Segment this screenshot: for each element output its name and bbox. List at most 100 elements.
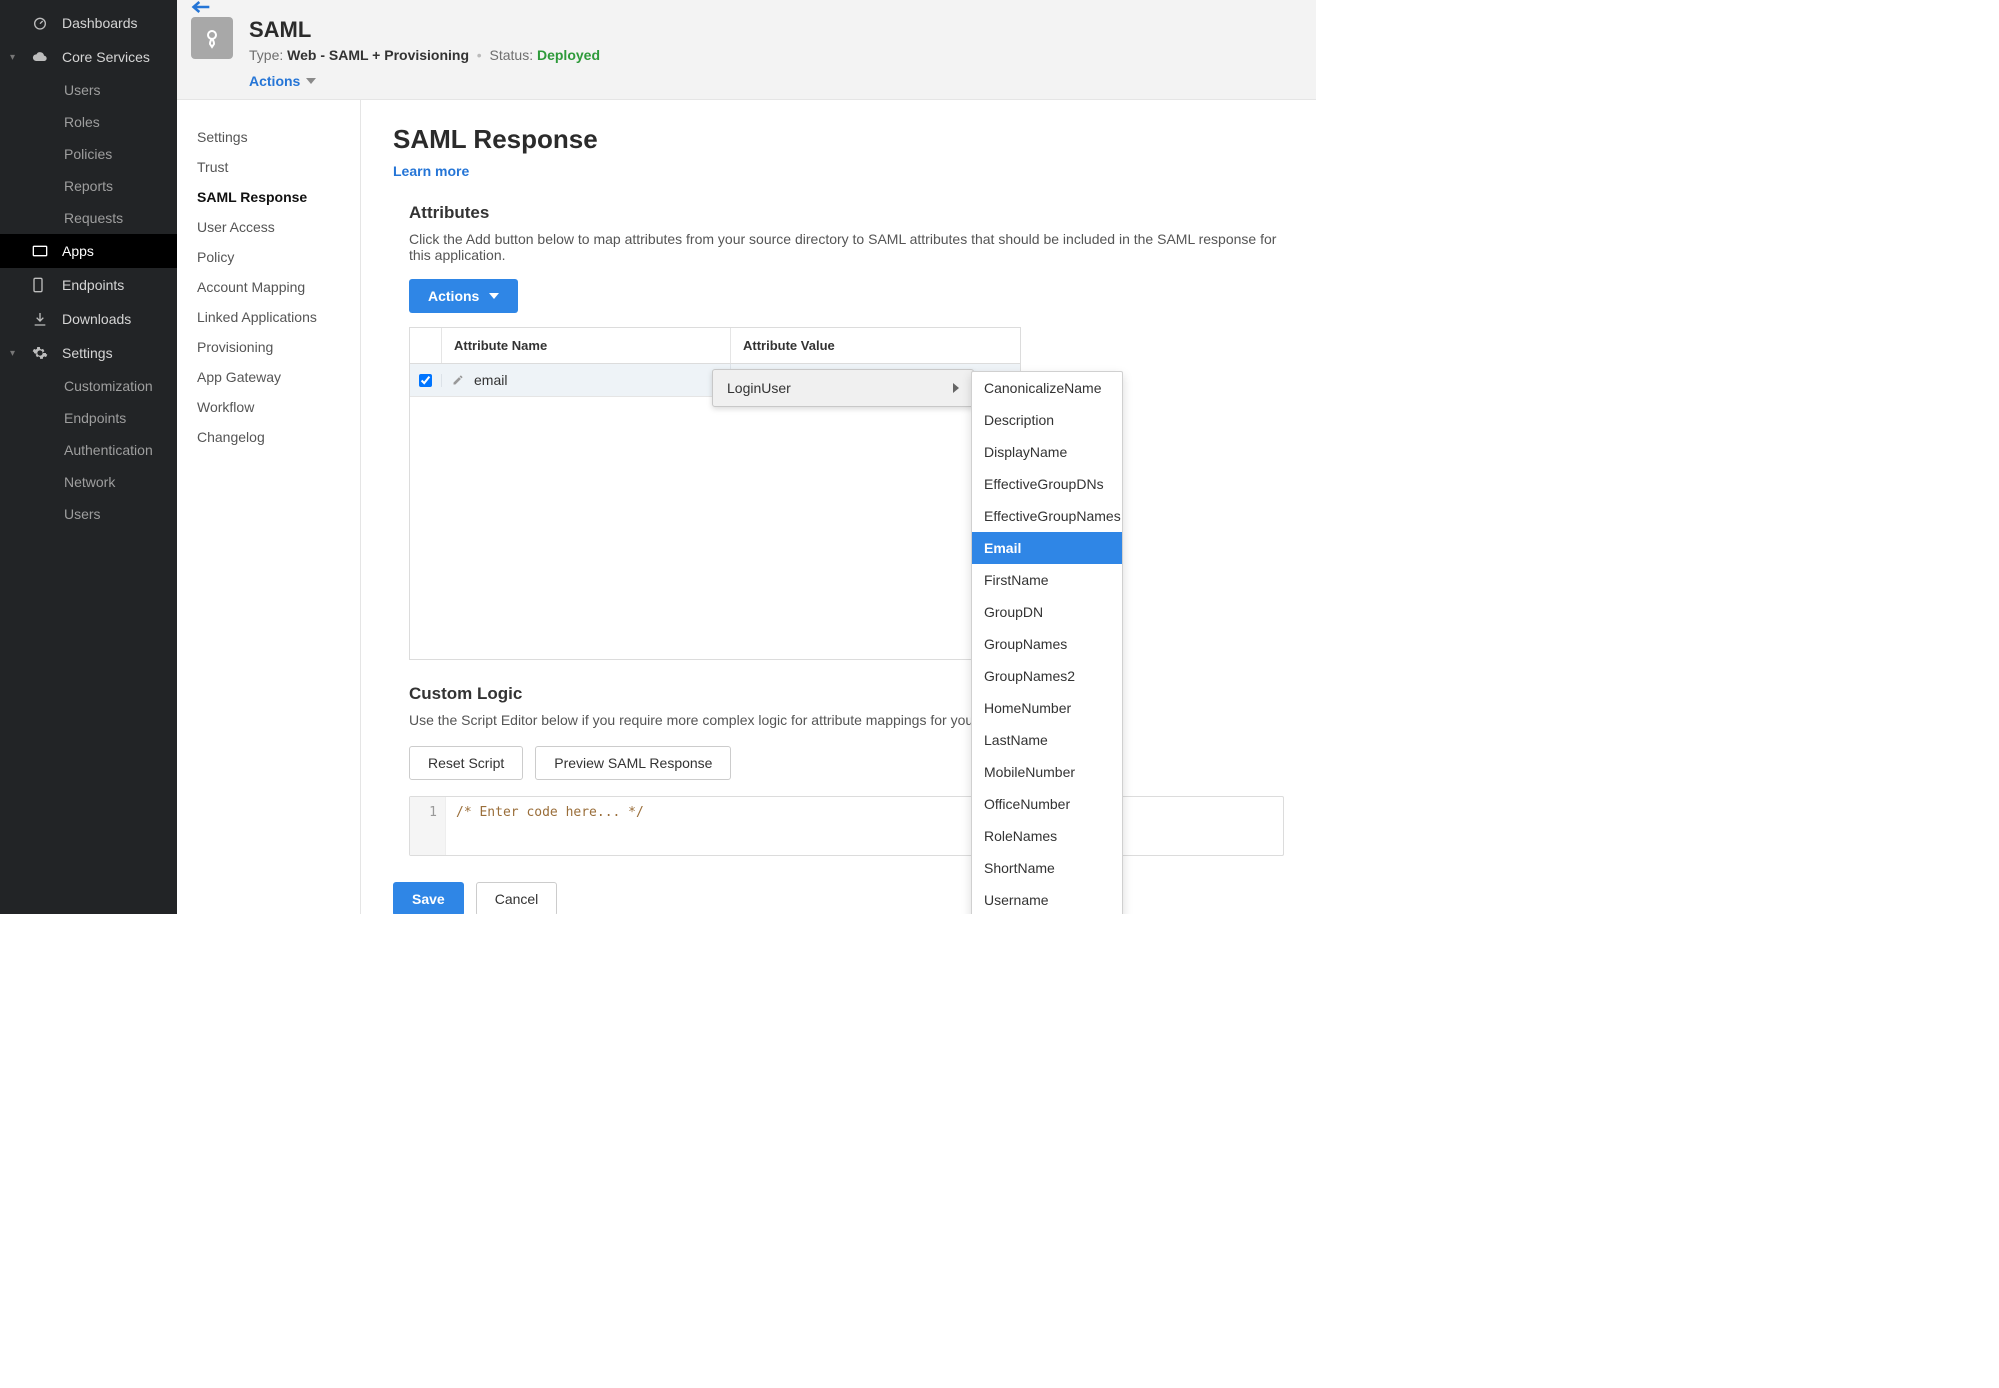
attributes-actions-button[interactable]: Actions <box>409 279 518 313</box>
sidebar-sub-users[interactable]: Users <box>0 498 177 530</box>
flyout-item[interactable]: OfficeNumber <box>972 788 1122 820</box>
actions-label: Actions <box>249 73 300 89</box>
gear-icon <box>32 345 50 361</box>
page-title: SAML Response <box>393 124 1284 155</box>
flyout-item-selected[interactable]: Email <box>972 532 1122 564</box>
flyout-item[interactable]: GroupNames <box>972 628 1122 660</box>
chevron-right-icon <box>953 383 959 393</box>
sidebar-sub-users[interactable]: Users <box>0 74 177 106</box>
sidebar-sub-roles[interactable]: Roles <box>0 106 177 138</box>
chevron-down-icon: ▾ <box>10 348 20 359</box>
col-attribute-name: Attribute Name <box>442 328 731 363</box>
cancel-button[interactable]: Cancel <box>476 882 558 914</box>
sidebar-sub-customization[interactable]: Customization <box>0 370 177 402</box>
main-area: SAML Type: Web - SAML + Provisioning • S… <box>177 0 1316 914</box>
flyout-item[interactable]: RoleNames <box>972 820 1122 852</box>
sidebar-sub-policies[interactable]: Policies <box>0 138 177 170</box>
subnav-workflow[interactable]: Workflow <box>177 392 360 422</box>
flyout-item[interactable]: CanonicalizeName <box>972 372 1122 404</box>
subnav-saml-response[interactable]: SAML Response <box>177 182 360 212</box>
table-header: Attribute Name Attribute Value <box>410 328 1020 364</box>
row-attribute-name: email <box>474 372 507 388</box>
sidebar-label: Core Services <box>62 49 150 65</box>
type-label: Type: <box>249 47 283 63</box>
type-value: Web - SAML + Provisioning <box>287 47 469 63</box>
flyout-item[interactable]: Username <box>972 884 1122 914</box>
download-icon <box>32 311 50 327</box>
content-pane: SAML Response Learn more Attributes Clic… <box>361 100 1316 914</box>
subnav-settings[interactable]: Settings <box>177 122 360 152</box>
sidebar-label: Dashboards <box>62 15 138 31</box>
sidebar-label: Apps <box>62 243 94 259</box>
submenu-label: LoginUser <box>727 380 791 396</box>
status-label: Status: <box>490 47 534 63</box>
sidebar-item-apps[interactable]: Apps <box>0 234 177 268</box>
edit-icon[interactable] <box>452 374 464 386</box>
flyout-item[interactable]: GroupNames2 <box>972 660 1122 692</box>
subnav-policy[interactable]: Policy <box>177 242 360 272</box>
editor-gutter: 1 <box>410 797 446 855</box>
status-value: Deployed <box>537 47 600 63</box>
sidebar-label: Settings <box>62 345 113 361</box>
chevron-down-icon <box>306 78 316 84</box>
custom-logic-desc: Use the Script Editor below if you requi… <box>409 712 1284 728</box>
sidebar-sub-network[interactable]: Network <box>0 466 177 498</box>
col-attribute-value: Attribute Value <box>731 328 1020 363</box>
save-button[interactable]: Save <box>393 882 464 914</box>
checkbox-input[interactable] <box>419 374 432 387</box>
gauge-icon <box>32 15 50 31</box>
attribute-value-flyout: CanonicalizeName Description DisplayName… <box>971 371 1123 914</box>
device-icon <box>32 277 50 293</box>
subnav-linked-applications[interactable]: Linked Applications <box>177 302 360 332</box>
app-meta: Type: Web - SAML + Provisioning • Status… <box>249 47 600 63</box>
flyout-item[interactable]: ShortName <box>972 852 1122 884</box>
reset-script-button[interactable]: Reset Script <box>409 746 523 780</box>
subnav-changelog[interactable]: Changelog <box>177 422 360 452</box>
cloud-icon <box>32 49 50 65</box>
chevron-down-icon <box>489 293 499 299</box>
flyout-item[interactable]: DisplayName <box>972 436 1122 468</box>
row-checkbox[interactable] <box>410 374 442 387</box>
apps-icon <box>32 245 50 257</box>
flyout-item[interactable]: EffectiveGroupNames <box>972 500 1122 532</box>
left-sidebar: Dashboards ▾ Core Services Users Roles P… <box>0 0 177 914</box>
script-editor[interactable]: 1 /* Enter code here... */ <box>409 796 1284 856</box>
flyout-item[interactable]: EffectiveGroupDNs <box>972 468 1122 500</box>
subnav-account-mapping[interactable]: Account Mapping <box>177 272 360 302</box>
flyout-item[interactable]: LastName <box>972 724 1122 756</box>
sidebar-sub-reports[interactable]: Reports <box>0 170 177 202</box>
flyout-item[interactable]: MobileNumber <box>972 756 1122 788</box>
flyout-item[interactable]: FirstName <box>972 564 1122 596</box>
back-arrow-icon[interactable] <box>187 0 215 14</box>
flyout-item[interactable]: Description <box>972 404 1122 436</box>
attribute-value-submenu: LoginUser <box>712 369 974 407</box>
footer-buttons: Save Cancel <box>393 882 1284 914</box>
sidebar-sub-endpoints[interactable]: Endpoints <box>0 402 177 434</box>
subnav-trust[interactable]: Trust <box>177 152 360 182</box>
attributes-desc: Click the Add button below to map attrib… <box>409 231 1284 263</box>
preview-saml-button[interactable]: Preview SAML Response <box>535 746 731 780</box>
chevron-down-icon: ▾ <box>10 52 20 63</box>
app-badge-icon <box>191 17 233 59</box>
custom-logic-section: Custom Logic Use the Script Editor below… <box>409 684 1284 856</box>
learn-more-link[interactable]: Learn more <box>393 163 469 179</box>
sidebar-label: Downloads <box>62 311 131 327</box>
header-actions-dropdown[interactable]: Actions <box>249 73 316 89</box>
sidebar-item-settings[interactable]: ▾ Settings <box>0 336 177 370</box>
page-header: SAML Type: Web - SAML + Provisioning • S… <box>177 0 1316 100</box>
submenu-item-loginuser[interactable]: LoginUser <box>713 370 973 406</box>
subnav-app-gateway[interactable]: App Gateway <box>177 362 360 392</box>
attributes-title: Attributes <box>409 203 1284 223</box>
subnav-provisioning[interactable]: Provisioning <box>177 332 360 362</box>
flyout-item[interactable]: HomeNumber <box>972 692 1122 724</box>
flyout-item[interactable]: GroupDN <box>972 596 1122 628</box>
custom-logic-title: Custom Logic <box>409 684 1284 704</box>
editor-code[interactable]: /* Enter code here... */ <box>446 797 1283 855</box>
sidebar-item-downloads[interactable]: Downloads <box>0 302 177 336</box>
sidebar-item-endpoints[interactable]: Endpoints <box>0 268 177 302</box>
subnav-user-access[interactable]: User Access <box>177 212 360 242</box>
sidebar-sub-requests[interactable]: Requests <box>0 202 177 234</box>
sidebar-sub-authentication[interactable]: Authentication <box>0 434 177 466</box>
sidebar-item-dashboards[interactable]: Dashboards <box>0 6 177 40</box>
sidebar-item-core-services[interactable]: ▾ Core Services <box>0 40 177 74</box>
